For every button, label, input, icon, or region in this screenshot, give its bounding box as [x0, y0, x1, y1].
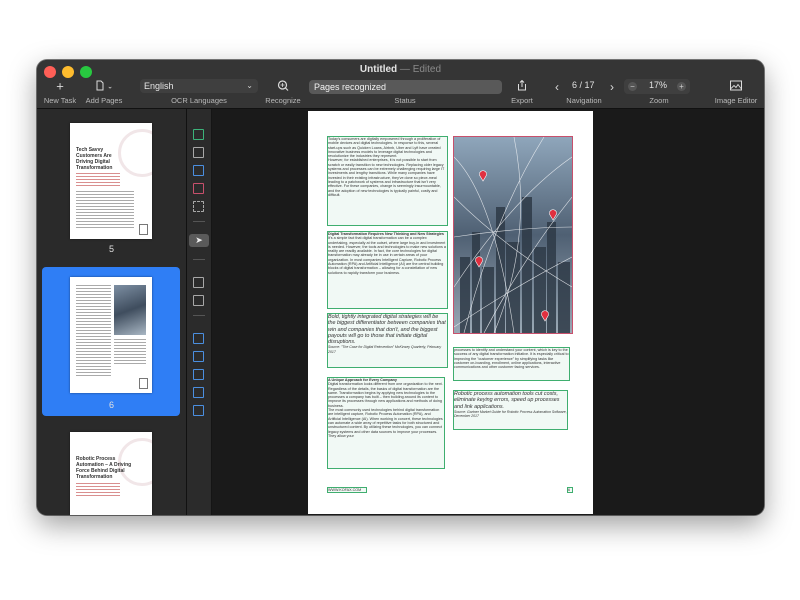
table-merge-tool-icon[interactable]: [193, 387, 204, 398]
table-columns-tool-icon[interactable]: [193, 333, 204, 344]
share-icon[interactable]: [518, 79, 527, 94]
footer-url: WWW.KOFAX.COM: [328, 488, 362, 492]
paragraph: However, for established enterprises, it…: [328, 158, 445, 197]
thumbnail-city-image: [114, 285, 146, 335]
image-area-tool-icon[interactable]: [193, 183, 204, 194]
paragraph: Digital transformation looks different f…: [328, 382, 443, 408]
tool-separator: [193, 315, 205, 316]
chevron-right-icon[interactable]: ›: [610, 81, 614, 93]
text-block[interactable]: Today's consumers are digitally empowere…: [327, 136, 448, 226]
page-footer-icon: [139, 224, 148, 235]
picture-block[interactable]: [453, 136, 573, 334]
thumbnail-text-lines: [76, 483, 120, 497]
picture-area-tool-icon[interactable]: [193, 147, 204, 158]
ocr-languages-label: OCR Languages: [171, 96, 227, 105]
quote-source: Source: "The Case for Digital Reinventio…: [328, 345, 442, 354]
add-area-tool-icon[interactable]: [193, 277, 204, 288]
building-shape: [558, 262, 570, 333]
ocr-language-value: English: [144, 81, 174, 91]
zoom-label: Zoom: [649, 96, 669, 105]
thumbnail-text-lines: [76, 173, 120, 187]
page-thumbnail-6[interactable]: [70, 277, 152, 393]
recognize-label[interactable]: Recognize: [265, 96, 300, 105]
thumbnail-text-lines: [114, 339, 146, 365]
title-separator: —: [399, 64, 410, 75]
ocr-language-select[interactable]: English ⌄: [140, 79, 258, 93]
quote-block[interactable]: Bold, tightly integrated digital strateg…: [327, 313, 448, 368]
page-thumbnail-5[interactable]: Tech Savvy Customers Are Driving Digital…: [70, 123, 152, 239]
chevron-down-icon[interactable]: ⌄: [107, 84, 113, 91]
footer-url-block[interactable]: WWW.KOFAX.COM: [327, 487, 367, 493]
paragraph: The most commonly used technologies behi…: [328, 408, 443, 438]
city-network-image: [454, 137, 572, 333]
quote-text: Robotic process automation tools cut cos…: [454, 391, 560, 410]
quote-source: Source: Gartner Market Guide for Robotic…: [454, 409, 567, 419]
image-editor-label[interactable]: Image Editor: [715, 96, 758, 105]
window-title: Untitled — Edited: [37, 64, 764, 75]
table-rows-tool-icon[interactable]: [193, 351, 204, 362]
building-shape: [482, 267, 494, 333]
thumbnail-text-lines: [76, 191, 134, 229]
table-delete-tool-icon[interactable]: [193, 405, 204, 416]
status-field: Pages recognized: [309, 80, 502, 94]
table-area-tool-icon[interactable]: [193, 165, 204, 176]
page-thumbnails-sidebar[interactable]: Tech Savvy Customers Are Driving Digital…: [37, 109, 187, 515]
building-shape: [547, 222, 556, 333]
document-page[interactable]: Today's consumers are digitally empowere…: [308, 111, 593, 514]
text-block[interactable]: processes to identify and understand you…: [453, 347, 570, 381]
zoom-control: − 17% +: [624, 79, 690, 94]
recognize-icon[interactable]: [277, 80, 289, 94]
tool-separator: [193, 221, 205, 222]
thumbnail-title: Tech Savvy Customers Are Driving Digital…: [76, 147, 113, 171]
background-area-tool-icon[interactable]: [193, 201, 204, 212]
chevron-left-icon[interactable]: ‹: [555, 81, 559, 93]
paragraph: processes to identify and understand you…: [454, 348, 569, 370]
thumbnail-number: 6: [108, 400, 114, 410]
area-tools-strip: ➤: [187, 109, 212, 515]
text-block[interactable]: A Unique Approach for Every Company Digi…: [327, 377, 445, 469]
thumbnail-title: Robotic Process Automation – A Driving F…: [76, 456, 132, 480]
page-indicator: 6 / 17: [572, 80, 595, 90]
tool-separator: [193, 259, 205, 260]
minus-icon[interactable]: −: [628, 82, 637, 91]
page-footer-icon: [139, 378, 148, 389]
building-shape: [506, 242, 520, 333]
table-split-tool-icon[interactable]: [193, 369, 204, 380]
remove-area-tool-icon[interactable]: [193, 295, 204, 306]
image-icon[interactable]: [730, 80, 742, 94]
navigation-label: Navigation: [566, 96, 602, 105]
document-title: Untitled: [359, 64, 398, 75]
quote-text: Bold, tightly integrated digital strateg…: [328, 314, 446, 346]
page-thumbnail-7[interactable]: Robotic Process Automation – A Driving F…: [70, 432, 152, 515]
document-icon[interactable]: [96, 80, 104, 94]
pointer-tool-icon[interactable]: ➤: [189, 234, 209, 247]
footer-page-block[interactable]: 6: [567, 487, 573, 493]
footer-page-number: 6: [568, 488, 571, 492]
thumbnail-text-lines: [76, 285, 111, 377]
edited-status: Edited: [412, 64, 442, 75]
text-area-tool-icon[interactable]: [193, 129, 204, 140]
paragraph: It's a simple fact that digital transfor…: [328, 236, 446, 275]
export-label[interactable]: Export: [511, 96, 533, 105]
building-shape: [460, 257, 470, 333]
add-pages-label[interactable]: Add Pages: [86, 96, 123, 105]
plus-icon[interactable]: +: [56, 80, 64, 93]
paragraph: Today's consumers are digitally empowere…: [328, 137, 441, 159]
text-block[interactable]: Digital Transformation Requires New Thin…: [327, 231, 448, 309]
quote-block[interactable]: Robotic process automation tools cut cos…: [453, 390, 568, 430]
plus-icon[interactable]: +: [677, 82, 686, 91]
zoom-value[interactable]: 17%: [649, 80, 667, 90]
toolbar: Untitled — Edited + New Task ⌄ Add Pages…: [37, 60, 764, 109]
chevron-down-icon: ⌄: [246, 81, 253, 90]
new-task-label[interactable]: New Task: [44, 96, 76, 105]
thumbnail-number: 5: [108, 244, 114, 254]
building-shape: [496, 207, 505, 333]
status-label: Status: [394, 96, 416, 105]
